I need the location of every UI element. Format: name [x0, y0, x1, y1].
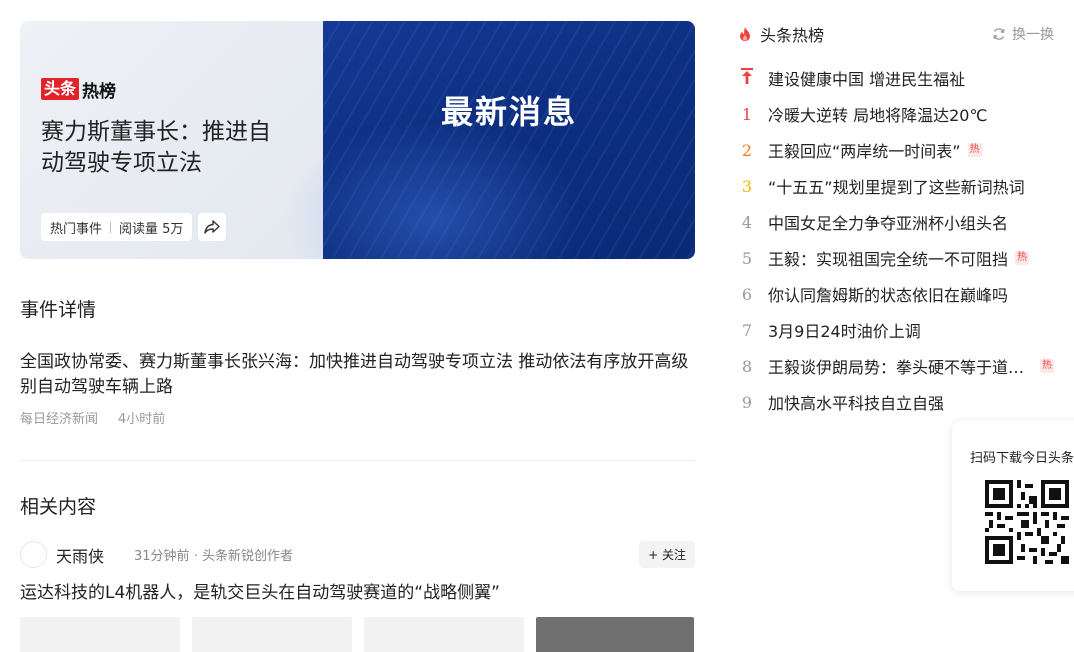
hot-list-header: 头条热榜 换一换 [738, 22, 1054, 46]
hot-item[interactable]: 3 “十五五”规划里提到了这些新词热词 [738, 168, 1054, 204]
refresh-icon [993, 28, 1005, 40]
hot-list-panel: 头条热榜 换一换 建设健康中国 增进民生福祉 1 冷暖大逆转 局地将降温达20℃ [738, 22, 1054, 420]
hot-badge: 热 [1040, 359, 1054, 373]
hot-item[interactable]: 9 加快高水平科技自立自强 [738, 384, 1054, 420]
hot-item-text[interactable]: 王毅谈伊朗局势：拳头硬不等于道理硬 [768, 354, 1026, 378]
related-author-row: 天雨侠 31分钟前 · 头条新锐创作者 + 关注 [20, 541, 695, 568]
hot-item-text[interactable]: 王毅回应“两岸统一时间表” [768, 138, 961, 162]
meta-separator [110, 221, 112, 233]
banner-title[interactable]: 赛力斯董事长：推进自动驾驶专项立法 [41, 117, 291, 179]
refresh-button[interactable]: 换一换 [992, 24, 1054, 44]
follow-button[interactable]: + 关注 [639, 541, 695, 568]
hot-item-rank: 7 [741, 320, 753, 340]
hot-item[interactable]: 2 王毅回应“两岸统一时间表” 热 [738, 132, 1054, 168]
hot-item[interactable]: 5 王毅：实现祖国完全统一不可阻挡 热 [738, 240, 1054, 276]
hot-item-rank: 4 [741, 212, 753, 232]
hot-badge: 热 [1015, 251, 1030, 265]
banner-image: 最新消息 [283, 21, 695, 259]
author-meta: 31分钟前 · 头条新锐创作者 [134, 549, 293, 564]
related-thumbnails [20, 617, 695, 652]
avatar[interactable] [20, 541, 47, 568]
author-name[interactable]: 天雨侠 [56, 543, 104, 567]
hot-item-rank: 5 [741, 248, 753, 268]
hot-item-text[interactable]: 王毅：实现祖国完全统一不可阻挡 [768, 246, 1008, 270]
hot-item[interactable]: 7 3月9日24时油价上调 [738, 312, 1054, 348]
qr-code-image[interactable] [985, 480, 1069, 564]
thumbnail-image[interactable] [20, 617, 180, 652]
meta-category: 热门事件 [50, 221, 103, 237]
fire-icon [740, 27, 750, 41]
hot-item-text[interactable]: 加快高水平科技自立自强 [768, 390, 944, 414]
hot-item-rank: 9 [741, 392, 753, 412]
hot-item-rank: 2 [741, 140, 753, 160]
banner-info-panel: 头条 热榜 赛力斯董事长：推进自动驾驶专项立法 热门事件 阅读量 5万 [20, 21, 323, 259]
hot-item[interactable]: 4 中国女足全力争夺亚洲杯小组头名 [738, 204, 1054, 240]
qr-download-card: 扫码下载今日头条 [952, 421, 1074, 591]
event-time: 4小时前 [118, 412, 166, 427]
hot-item-text[interactable]: 你认同詹姆斯的状态依旧在巅峰吗 [768, 282, 1008, 306]
hot-list: 建设健康中国 增进民生福祉 1 冷暖大逆转 局地将降温达20℃ 2 王毅回应“两… [738, 60, 1054, 420]
share-button[interactable] [198, 213, 227, 241]
hot-event-banner[interactable]: 头条 热榜 赛力斯董事长：推进自动驾驶专项立法 热门事件 阅读量 5万 最新消息 [20, 21, 695, 259]
banner-meta: 热门事件 阅读量 5万 [41, 213, 227, 241]
thumbnail-image[interactable] [192, 617, 352, 652]
hot-item-text[interactable]: 冷暖大逆转 局地将降温达20℃ [768, 102, 987, 126]
related-article-title[interactable]: 运达科技的L4机器人，是轨交巨头在自动驾驶赛道的“战略侧翼” [20, 578, 695, 603]
logo-part1: 头条 [41, 78, 80, 100]
thumbnail-image[interactable] [536, 617, 694, 652]
hot-item-text[interactable]: “十五五”规划里提到了这些新词热词 [768, 174, 1025, 198]
event-section-title: 事件详情 [20, 299, 97, 321]
hot-item-text[interactable]: 3月9日24时油价上调 [768, 318, 921, 342]
hot-list-title: 头条热榜 [760, 26, 825, 45]
refresh-label: 换一换 [1012, 27, 1054, 43]
hot-item-rank: 6 [741, 284, 753, 304]
hot-item-pinned[interactable]: 建设健康中国 增进民生福祉 [738, 60, 1054, 96]
hot-item[interactable]: 1 冷暖大逆转 局地将降温达20℃ [738, 96, 1054, 132]
hot-item[interactable]: 6 你认同詹姆斯的状态依旧在巅峰吗 [738, 276, 1054, 312]
event-detail-text[interactable]: 全国政协常委、赛力斯董事长张兴海：加快推进自动驾驶专项立法 推动依法有序放开高级… [20, 350, 695, 400]
event-meta: 每日经济新闻 4小时前 [20, 408, 695, 427]
hot-item-text[interactable]: 建设健康中国 增进民生福祉 [768, 66, 965, 90]
toutiao-hot-logo: 头条 热榜 [41, 78, 117, 102]
section-divider [20, 460, 695, 461]
banner-image-headline: 最新消息 [440, 93, 577, 131]
logo-part2: 热榜 [82, 81, 117, 102]
main-column: 头条 热榜 赛力斯董事长：推进自动驾驶专项立法 热门事件 阅读量 5万 最新消息 [20, 21, 695, 652]
hot-item-rank: 1 [741, 104, 753, 124]
hot-badge: 热 [967, 143, 982, 157]
hot-item[interactable]: 8 王毅谈伊朗局势：拳头硬不等于道理硬 热 [738, 348, 1054, 384]
pin-top-icon [738, 67, 756, 89]
hot-item-text[interactable]: 中国女足全力争夺亚洲杯小组头名 [768, 210, 1008, 234]
event-source[interactable]: 每日经济新闻 [20, 408, 98, 427]
thumbnail-image[interactable] [364, 617, 524, 652]
hot-item-rank: 3 [741, 176, 753, 196]
hot-item-rank: 8 [741, 356, 753, 376]
banner-meta-pill: 热门事件 阅读量 5万 [41, 213, 193, 241]
related-section-title: 相关内容 [20, 496, 97, 518]
meta-reads: 阅读量 5万 [119, 221, 184, 237]
share-icon [204, 220, 221, 234]
qr-caption: 扫码下载今日头条 [970, 451, 1074, 466]
